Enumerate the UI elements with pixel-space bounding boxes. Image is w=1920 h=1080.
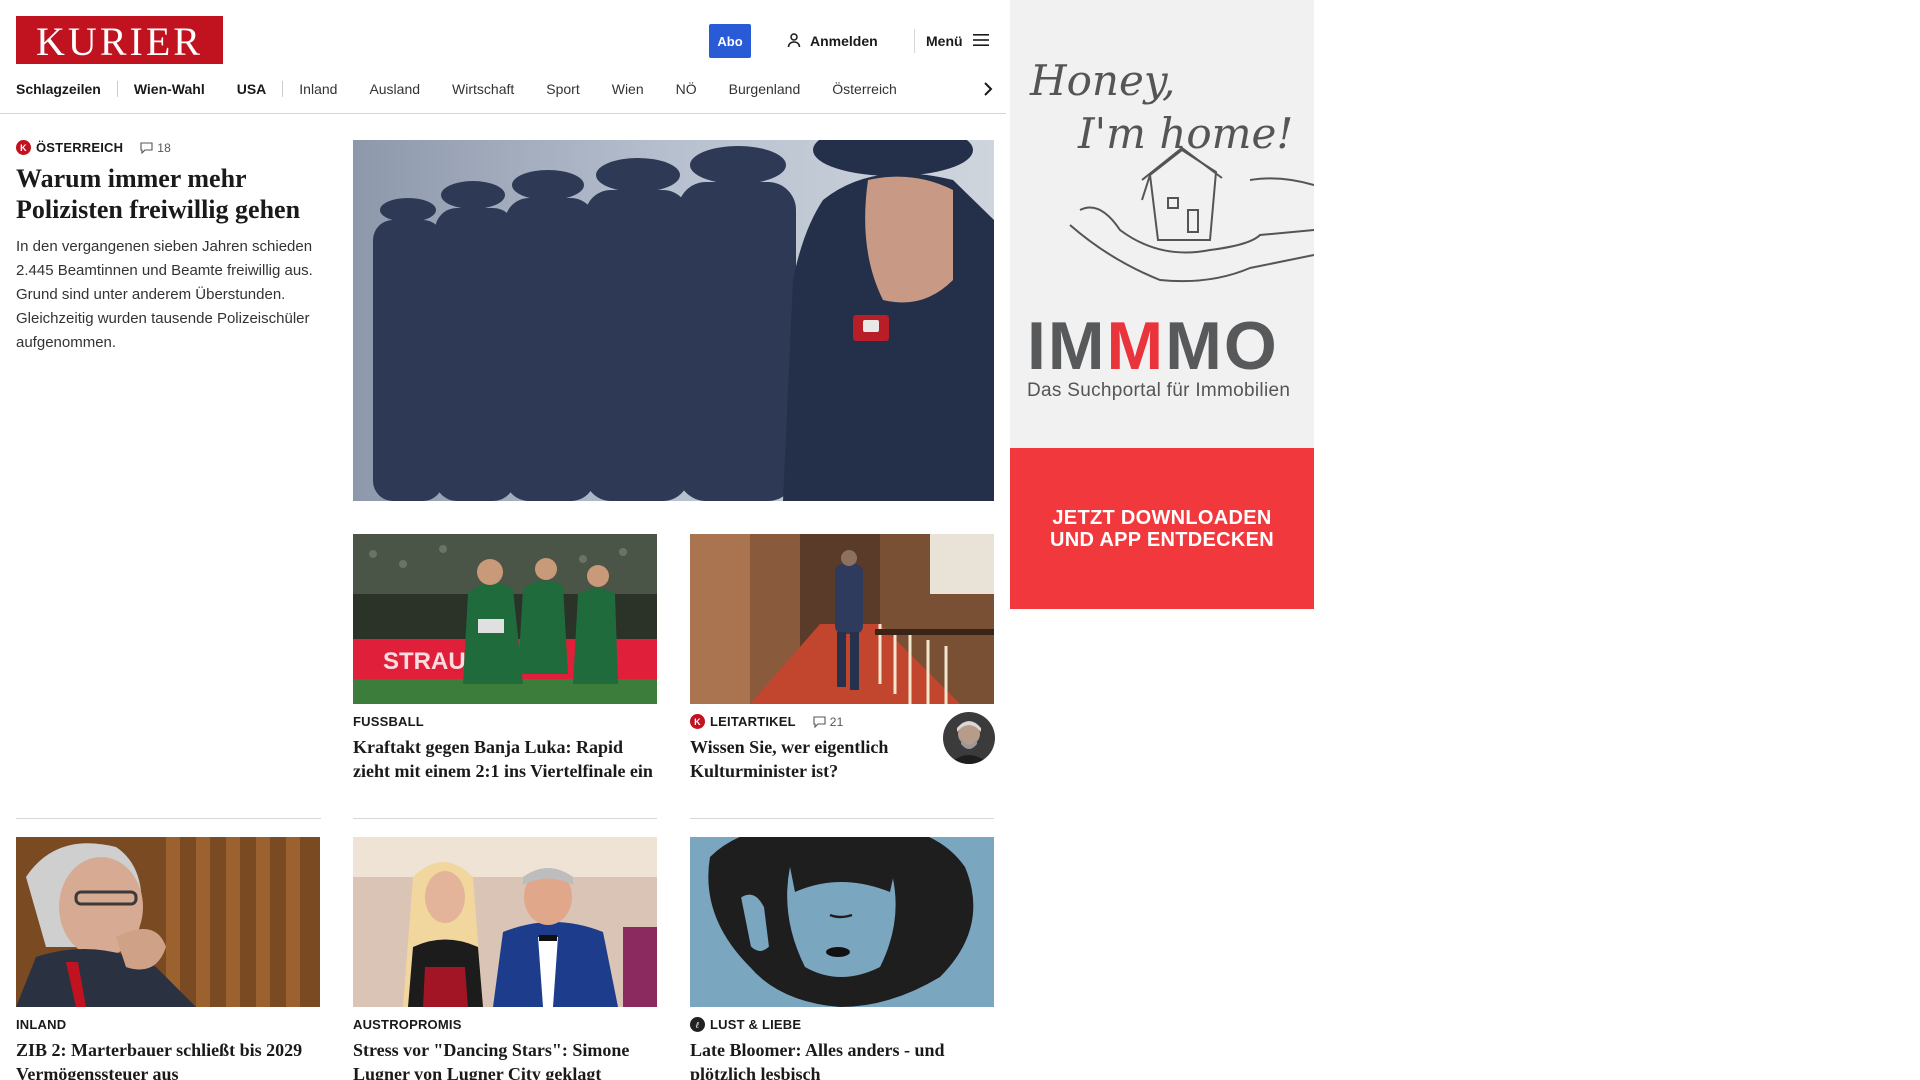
lead-kicker: K ÖSTERREICH 18 [16,140,316,155]
divider [690,818,994,819]
ad-illustration-area: Honey, I'm home! IMMMO Das Suchportal fü… [1010,0,1314,448]
article-image-rapid-football[interactable]: STRAU [353,534,657,704]
author-avatar[interactable] [943,712,995,764]
header-divider [914,29,915,53]
nav-item-wien[interactable]: Wien [612,81,644,97]
article-headline[interactable]: Late Bloomer: Alles anders - und plötzli… [690,1038,994,1080]
site-header: KURIER Abo Anmelden Menü Schlagzeilen Wi… [0,0,1006,114]
lead-teaser: In den vergangenen sieben Jahren schiede… [16,238,313,351]
section-nav: Schlagzeilen Wien-Wahl USA Inland Auslan… [16,78,897,100]
divider [16,818,321,819]
nav-item-sport[interactable]: Sport [546,81,579,97]
article-category[interactable]: FUSSBALL [353,714,424,729]
lead-article[interactable]: K ÖSTERREICH 18 Warum immer mehr Polizis… [16,140,316,355]
nav-item-burgenland[interactable]: Burgenland [729,81,801,97]
article-headline[interactable]: Kraftakt gegen Banja Luka: Rapid zieht m… [353,735,657,783]
article-image-politician[interactable] [16,837,320,1007]
article-category[interactable]: LEITARTIKEL [710,714,796,729]
article-headline[interactable]: Wissen Sie, wer eigentlich Kulturministe… [690,735,930,783]
lead-comment-count: 18 [157,140,171,155]
comment-icon [140,141,153,154]
nav-scroll-right-button[interactable] [978,78,998,100]
article-category[interactable]: AUSTROPROMIS [353,1017,462,1032]
article-image-corridor[interactable] [690,534,994,704]
article-card-late-bloomer[interactable]: ℓ LUST & LIEBE Late Bloomer: Alles ander… [690,837,994,1080]
nav-item-wirtschaft[interactable]: Wirtschaft [452,81,514,97]
nav-divider [116,81,118,97]
article-comment-count: 21 [829,714,844,729]
abo-button[interactable]: Abo [709,24,751,58]
ad-subtitle: Das Suchportal für Immobilien [1027,380,1291,401]
lead-category[interactable]: ÖSTERREICH [36,140,123,155]
svg-text:STRAU: STRAU [383,648,466,675]
lead-headline[interactable]: Warum immer mehr Polizisten freiwillig g… [16,163,316,225]
article-headline[interactable]: Stress vor "Dancing Stars": Simone Lugne… [353,1038,657,1080]
article-category[interactable]: INLAND [16,1017,66,1032]
lead-image-police-cadets[interactable] [353,140,994,501]
kurier-plus-badge: K [690,714,705,729]
lust-und-liebe-badge: ℓ [690,1017,705,1032]
kurier-site: KURIER Abo Anmelden Menü Schlagzeilen Wi… [0,0,1006,1080]
kurier-logo[interactable]: KURIER [16,16,223,64]
ad-cta-line-2: UND APP ENTDECKEN [1049,528,1275,551]
menu-button[interactable]: Menü [926,31,989,51]
nav-item-wien-wahl[interactable]: Wien-Wahl [134,81,205,97]
article-kicker: AUSTROPROMIS [353,1017,657,1032]
article-kicker: INLAND [16,1017,320,1032]
article-card-lugner[interactable]: AUSTROPROMIS Stress vor "Dancing Stars":… [353,837,657,1080]
nav-item-inland[interactable]: Inland [299,81,337,97]
immmo-logo: IMMMO [1027,308,1279,384]
article-headline[interactable]: ZIB 2: Marterbauer schließt bis 2029 Ver… [16,1038,320,1080]
article-comments[interactable]: 21 [813,715,844,729]
divider [353,818,657,819]
hamburger-icon [972,33,989,50]
nav-item-schlagzeilen[interactable]: Schlagzeilen [16,81,101,97]
nav-item-usa[interactable]: USA [237,81,267,97]
article-card-rapid[interactable]: STRAU FUSSBALL Kraftakt gegen Banja Luka… [353,534,657,783]
lead-comments[interactable]: 18 [140,141,171,155]
ad-download-cta[interactable]: JETZT DOWNLOADEN UND APP ENTDECKEN [1010,448,1314,609]
nav-item-oesterreich[interactable]: Österreich [832,81,897,97]
user-icon [786,32,802,51]
nav-item-ausland[interactable]: Ausland [369,81,420,97]
hand-house-icon [1069,146,1314,283]
nav-divider [282,81,284,97]
ad-cta-line-1: JETZT DOWNLOADEN [1052,506,1272,529]
article-kicker: ℓ LUST & LIEBE [690,1017,994,1032]
nav-item-noe[interactable]: NÖ [676,81,697,97]
article-image-illustration-woman[interactable] [690,837,994,1007]
article-card-marterbauer[interactable]: INLAND ZIB 2: Marterbauer schließt bis 2… [16,837,320,1080]
menu-label: Menü [926,33,963,49]
article-category[interactable]: LUST & LIEBE [710,1017,801,1032]
ad-script-line-1: Honey, [1029,56,1175,105]
login-label: Anmelden [810,33,878,49]
article-image-lugner[interactable] [353,837,657,1007]
chevron-right-icon [984,82,993,96]
login-button[interactable]: Anmelden [786,31,878,51]
comment-icon [813,715,826,728]
immmo-advertisement[interactable]: Honey, I'm home! IMMMO Das Suchportal fü… [1010,0,1314,609]
article-kicker: FUSSBALL [353,714,657,729]
kurier-plus-badge: K [16,140,31,155]
